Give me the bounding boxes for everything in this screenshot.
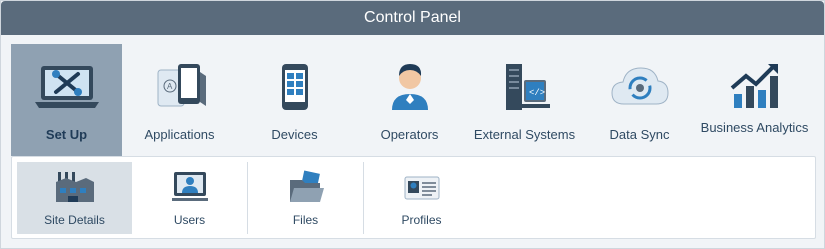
control-panel-window: Control Panel Set Up A Applications Devi… <box>0 0 825 249</box>
tile-label: Devices <box>271 127 318 142</box>
user-monitor-icon <box>171 172 208 201</box>
main-tiles: Set Up A Applications Devices Operators … <box>11 44 816 163</box>
tile-label: Applications <box>144 127 215 142</box>
factory-icon <box>55 172 94 202</box>
sub-tile-label: Files <box>292 213 319 227</box>
tile-operators[interactable]: Operators <box>352 44 467 156</box>
sub-tiles: Site Details Users Files Profiles <box>17 162 479 234</box>
mobile-device-icon <box>281 64 308 110</box>
tile-label: Business Analytics <box>700 120 809 135</box>
sub-tile-label: Profiles <box>401 213 442 227</box>
sub-tile-label: Site Details <box>44 213 105 227</box>
laptop-tools-icon <box>34 66 99 108</box>
cloud-sync-icon <box>610 67 669 105</box>
sub-tile-profiles[interactable]: Profiles <box>364 162 479 234</box>
tile-data-sync[interactable]: Data Sync <box>582 44 697 156</box>
applications-icon: A <box>157 64 206 107</box>
svg-text:A: A <box>167 82 173 91</box>
server-icon: </> <box>505 64 550 110</box>
tile-label: Operators <box>380 127 439 142</box>
sub-tile-users[interactable]: Users <box>132 162 247 234</box>
folder-files-icon <box>289 170 324 202</box>
tile-applications[interactable]: A Applications <box>122 44 237 156</box>
sub-tile-site-details[interactable]: Site Details <box>17 162 132 234</box>
sub-tile-label: Users <box>173 213 206 227</box>
svg-text:</>: </> <box>529 88 545 98</box>
tile-label: Data Sync <box>609 127 670 142</box>
window-title: Control Panel <box>1 1 824 35</box>
tile-external-systems[interactable]: </> External Systems <box>467 44 582 156</box>
tile-label: External Systems <box>473 127 576 142</box>
analytics-chart-icon <box>730 64 778 108</box>
tile-set-up[interactable]: Set Up <box>11 44 122 163</box>
set-up-subpanel: Site Details Users Files Profiles <box>11 156 816 239</box>
tile-devices[interactable]: Devices <box>237 44 352 156</box>
tile-label: Set Up <box>45 127 88 142</box>
profile-card-icon <box>404 176 439 200</box>
sub-tile-files[interactable]: Files <box>248 162 363 234</box>
tile-business-analytics[interactable]: Business Analytics <box>697 44 812 156</box>
operator-icon <box>391 64 428 110</box>
